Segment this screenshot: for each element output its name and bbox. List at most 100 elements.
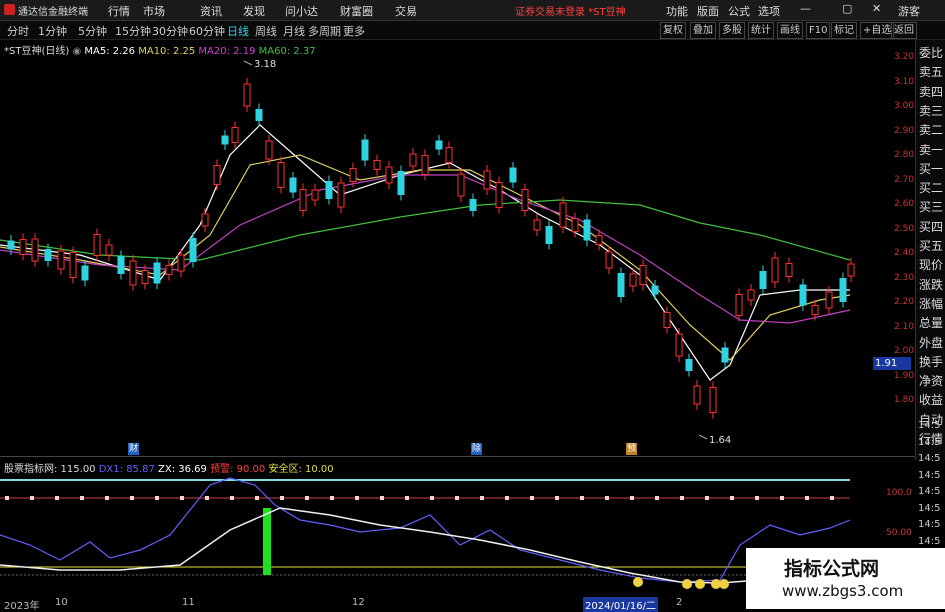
tab-daily[interactable]: 日线 [227,23,249,39]
f10-button[interactable]: F10 [806,22,831,39]
side-panel-item[interactable]: 换手 [919,353,943,370]
tab-fenshi[interactable]: 分时 [7,23,29,39]
tab-weekly[interactable]: 周线 [255,23,277,39]
event-marker-cai[interactable]: 财 [128,443,139,455]
alert-dot [455,496,459,500]
menu-zixun[interactable]: 资讯 [200,3,222,19]
guest-label[interactable]: 游客 [898,3,920,19]
side-panel-item[interactable]: 卖三 [919,102,943,119]
side-time-label: 14:5 [918,535,941,547]
period-toolbar: 分时 1分钟 5分钟 15分钟 30分钟 60分钟 日线 周线 月线 多周期 更… [0,21,945,40]
menu-xuanxiang[interactable]: 选项 [758,3,780,19]
side-panel-item[interactable]: 涨跌 [919,276,943,293]
menu-shichang[interactable]: 市场 [143,3,165,19]
side-panel-item[interactable]: 买三 [919,198,943,215]
signal-bar [263,508,271,575]
side-panel-item[interactable]: 现价 [919,256,943,273]
side-panel-item[interactable]: 买四 [919,218,943,235]
high-price-label: 3.18 [254,59,276,70]
alert-dot [330,496,334,500]
side-time-label: 14:5 [918,519,941,530]
candle-body [693,385,701,405]
candle-body [445,147,453,163]
candle-body [559,202,567,228]
menu-wenxiaoda[interactable]: 问小达 [285,3,318,19]
menu-hangqing[interactable]: 行情 [108,3,130,19]
alert-dot [605,496,609,500]
alert-dot [580,496,584,500]
candle-body [213,165,221,185]
side-panel-item[interactable]: 卖五 [919,63,943,80]
candle-body [69,252,77,278]
tab-1min[interactable]: 1分钟 [38,23,67,39]
minimize-icon[interactable]: — [800,2,811,15]
candle-body [129,260,137,286]
tongji-button[interactable]: 统计 [748,22,774,39]
candle-body [663,312,671,328]
side-panel-item[interactable]: 买五 [919,237,943,254]
tab-15min[interactable]: 15分钟 [115,23,151,39]
side-panel-item[interactable]: 外盘 [919,334,943,351]
price-tick-label: 2.40 [894,248,915,258]
side-panel-item[interactable]: 委比 [919,44,943,61]
dx1-line [0,477,851,583]
watermark-box: 指标公式网 www.zbgs3.com [746,548,945,609]
biaoji-button[interactable]: 标记 [831,22,857,39]
side-panel-item[interactable]: 总量 [919,314,943,331]
side-panel-item[interactable]: 卖四 [919,83,943,100]
candle-body [7,240,15,250]
menu-gongshi[interactable]: 公式 [728,3,750,19]
tab-5min[interactable]: 5分钟 [78,23,107,39]
x-label-cursor-date: 2024/01/16/二 [583,597,659,612]
kline-chart[interactable]: 3.18 1.64 [0,55,870,455]
tab-60min[interactable]: 60分钟 [189,23,225,39]
alert-dot [30,496,34,500]
fuquan-button[interactable]: 复权 [660,22,686,39]
duogu-button[interactable]: 多股 [719,22,745,39]
add-watchlist-button[interactable]: +自选 [860,22,895,39]
side-panel-item[interactable]: 涨幅 [919,295,943,312]
side-panel-item[interactable]: 净资 [919,372,943,389]
tab-multi-period[interactable]: 多周期 [308,23,341,39]
close-icon[interactable]: ✕ [872,2,881,15]
smiley-icon [633,577,643,587]
back-button[interactable]: 返回 [891,22,917,39]
price-tick-label: 2.00 [894,346,915,356]
menu-jiaoyi[interactable]: 交易 [395,3,417,19]
diejia-button[interactable]: 叠加 [690,22,716,39]
quote-side-panel: 委比 卖五 卖四 卖三 卖二 卖一 买一 买二 买三 买四 买五 现价 涨跌 涨幅 总量 外盘 换手 净资 收益 自动… [915,40,945,460]
event-marker-yu[interactable]: 预 [626,443,637,455]
menu-banmian[interactable]: 版面 [697,3,719,19]
side-panel-item[interactable]: 买一 [919,160,943,177]
menu-caifuquan[interactable]: 财富圈 [340,3,373,19]
candle-body [521,189,529,211]
candle-body [44,249,52,261]
watermark-url: www.zbgs3.com [782,582,904,600]
menu-faxian[interactable]: 发现 [243,3,265,19]
tab-more[interactable]: 更多 [343,23,365,39]
indicator-chart[interactable] [0,470,870,595]
side-panel-item[interactable]: 买二 [919,179,943,196]
zx-line [0,507,851,584]
alert-dot [430,496,434,500]
huaxian-button[interactable]: 画线 [777,22,803,39]
candle-body [533,219,541,231]
restore-icon[interactable]: ▢ [842,2,852,15]
alert-dot [480,496,484,500]
x-label-11: 11 [182,597,195,608]
price-tick-label: 3.00 [894,101,915,111]
alert-dot [355,496,359,500]
side-panel-item[interactable]: 收益 [919,391,943,408]
candle-body [747,289,755,301]
side-panel-item[interactable]: 卖二 [919,121,943,138]
tab-30min[interactable]: 30分钟 [152,23,188,39]
event-marker-chu[interactable]: 除 [471,443,482,455]
tab-monthly[interactable]: 月线 [283,23,305,39]
menu-gongneng[interactable]: 功能 [666,3,688,19]
candle-body [825,291,833,309]
side-panel-item[interactable]: 卖一 [919,141,943,158]
candle-body [651,285,659,295]
side-time-label: 14:5 [918,502,941,514]
x-label-10: 10 [55,597,68,608]
high-marker: 3.18 [243,59,276,70]
